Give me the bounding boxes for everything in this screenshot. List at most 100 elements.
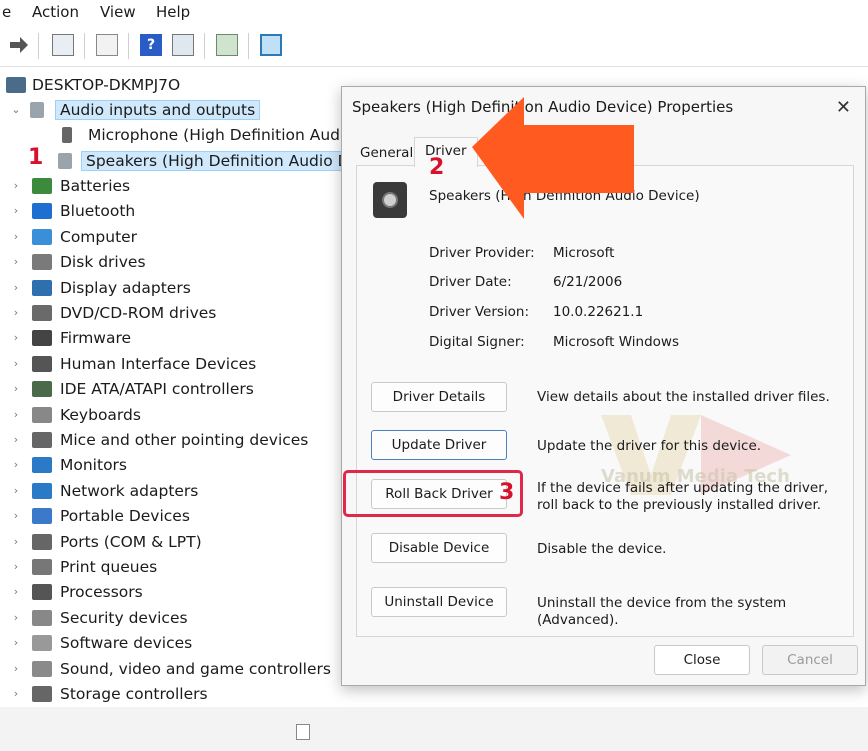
update-driver-desc: Update the driver for this device. xyxy=(537,438,762,454)
help-icon[interactable]: ? xyxy=(140,34,162,56)
tab-general[interactable]: General xyxy=(360,145,413,161)
device-category-icon xyxy=(32,254,52,271)
speaker-icon xyxy=(58,153,72,169)
tree-item-speakers[interactable]: Speakers (High Definition Audio De xyxy=(58,149,365,173)
tree-category-label: IDE ATA/ATAPI controllers xyxy=(60,380,254,399)
chevron-right-icon[interactable]: › xyxy=(10,301,22,325)
tree-category-security-devices[interactable]: › Security devices xyxy=(14,606,188,630)
horizontal-scrollbar[interactable] xyxy=(0,710,868,751)
chevron-right-icon[interactable]: › xyxy=(10,631,22,655)
chevron-right-icon[interactable]: › xyxy=(10,377,22,401)
speaker-icon xyxy=(30,102,44,118)
driver-date-label: Driver Date: xyxy=(429,274,512,290)
device-category-icon xyxy=(32,533,52,550)
tree-category-audio[interactable]: ⌄ Audio inputs and outputs xyxy=(11,98,261,122)
update-driver-icon[interactable] xyxy=(216,34,238,56)
show-hide-icon[interactable] xyxy=(96,34,118,56)
tree-category-storage-controllers[interactable]: › Storage controllers xyxy=(14,682,208,706)
chevron-right-icon[interactable]: › xyxy=(10,606,22,630)
cancel-button[interactable]: Cancel xyxy=(762,645,858,675)
tree-category-keyboards[interactable]: › Keyboards xyxy=(14,403,141,427)
chevron-right-icon[interactable]: › xyxy=(10,555,22,579)
digital-signer-value: Microsoft Windows xyxy=(553,334,679,350)
uninstall-device-desc: Uninstall the device from the system (Ad… xyxy=(537,595,787,628)
properties-icon[interactable] xyxy=(52,34,74,56)
disable-device-button[interactable]: Disable Device xyxy=(371,533,507,563)
device-category-icon xyxy=(32,203,52,220)
tree-category-print-queues[interactable]: › Print queues xyxy=(14,555,158,579)
tree-item-speakers-label: Speakers (High Definition Audio De xyxy=(80,151,365,171)
close-icon[interactable]: ✕ xyxy=(836,97,851,118)
chevron-right-icon[interactable]: › xyxy=(10,504,22,528)
device-category-icon xyxy=(32,228,52,245)
toolbar: ? xyxy=(0,26,868,67)
device-category-icon xyxy=(32,660,52,677)
chevron-right-icon[interactable]: › xyxy=(10,479,22,503)
chevron-right-icon[interactable]: › xyxy=(10,682,22,706)
tree-category-mice-and-other-pointing-devices[interactable]: › Mice and other pointing devices xyxy=(14,428,309,452)
tree-category-batteries[interactable]: › Batteries xyxy=(14,174,130,198)
tree-category-dvd-cd-rom-drives[interactable]: › DVD/CD-ROM drives xyxy=(14,301,217,325)
roll-back-driver-button[interactable]: Roll Back Driver xyxy=(371,479,507,509)
tree-category-disk-drives[interactable]: › Disk drives xyxy=(14,250,146,274)
chevron-right-icon[interactable]: › xyxy=(10,403,22,427)
menu-help[interactable]: Help xyxy=(156,3,190,21)
uninstall-device-button[interactable]: Uninstall Device xyxy=(371,587,507,617)
device-category-icon xyxy=(32,482,52,499)
chevron-right-icon[interactable]: › xyxy=(10,352,22,376)
tree-category-label: Storage controllers xyxy=(60,685,208,703)
device-category-icon xyxy=(32,279,52,296)
tree-category-computer[interactable]: › Computer xyxy=(14,225,137,249)
device-category-icon xyxy=(32,635,52,652)
menu-view[interactable]: View xyxy=(100,3,136,21)
tree-item-microphone[interactable]: Microphone (High Definition Audio xyxy=(62,123,354,147)
tree-category-ide-ata-atapi-controllers[interactable]: › IDE ATA/ATAPI controllers xyxy=(14,377,254,401)
step-2-badge: 2 xyxy=(429,155,445,180)
tree-category-processors[interactable]: › Processors xyxy=(14,580,143,604)
properties-dialog: Speakers (High Definition Audio Device) … xyxy=(341,86,866,686)
tree-category-bluetooth[interactable]: › Bluetooth xyxy=(14,199,135,223)
chevron-right-icon[interactable]: › xyxy=(10,174,22,198)
tree-category-human-interface-devices[interactable]: › Human Interface Devices xyxy=(14,352,256,376)
chevron-right-icon[interactable]: › xyxy=(10,657,22,681)
menu-action[interactable]: Action xyxy=(32,3,79,21)
chevron-right-icon[interactable]: › xyxy=(10,428,22,452)
chevron-down-icon[interactable]: ⌄ xyxy=(10,98,22,122)
tree-category-software-devices[interactable]: › Software devices xyxy=(14,631,192,655)
tree-category-network-adapters[interactable]: › Network adapters xyxy=(14,479,199,503)
chevron-right-icon[interactable]: › xyxy=(10,580,22,604)
chevron-right-icon[interactable]: › xyxy=(10,250,22,274)
chevron-right-icon[interactable]: › xyxy=(10,453,22,477)
close-button[interactable]: Close xyxy=(654,645,750,675)
driver-version-value: 10.0.22621.1 xyxy=(553,304,644,320)
chevron-right-icon[interactable]: › xyxy=(10,225,22,249)
microphone-icon xyxy=(62,127,72,143)
driver-details-button[interactable]: Driver Details xyxy=(371,382,507,412)
tree-category-label: Ports (COM & LPT) xyxy=(60,532,202,551)
tree-category-monitors[interactable]: › Monitors xyxy=(14,453,127,477)
chevron-right-icon[interactable]: › xyxy=(10,276,22,300)
chevron-right-icon[interactable]: › xyxy=(10,199,22,223)
tree-category-label: DVD/CD-ROM drives xyxy=(60,304,217,322)
chevron-right-icon[interactable]: › xyxy=(10,326,22,350)
driver-details-desc: View details about the installed driver … xyxy=(537,389,830,405)
tree-category-label: Print queues xyxy=(60,558,158,576)
properties-sheet-icon[interactable] xyxy=(172,34,194,56)
tab-driver[interactable]: Driver xyxy=(414,137,478,167)
driver-version-label: Driver Version: xyxy=(429,304,530,320)
tree-category-sound-video-and-game-controllers[interactable]: › Sound, video and game controllers xyxy=(14,657,331,681)
tree-root[interactable]: DESKTOP-DKMPJ7O xyxy=(6,73,180,97)
menu-file[interactable]: e xyxy=(2,3,11,21)
tree-category-label: Mice and other pointing devices xyxy=(60,431,309,449)
tree-category-label: Network adapters xyxy=(60,481,199,500)
tree-category-firmware[interactable]: › Firmware xyxy=(14,326,131,350)
forward-icon[interactable] xyxy=(8,34,30,56)
chevron-right-icon[interactable]: › xyxy=(10,530,22,554)
device-category-icon xyxy=(32,432,52,448)
tree-category-portable-devices[interactable]: › Portable Devices xyxy=(14,504,190,528)
tree-category-display-adapters[interactable]: › Display adapters xyxy=(14,276,191,300)
tree-category-ports-com-lpt[interactable]: › Ports (COM & LPT) xyxy=(14,530,202,554)
scrollbar-thumb[interactable] xyxy=(296,724,310,740)
update-driver-button[interactable]: Update Driver xyxy=(371,430,507,460)
scan-hardware-icon[interactable] xyxy=(260,34,282,56)
